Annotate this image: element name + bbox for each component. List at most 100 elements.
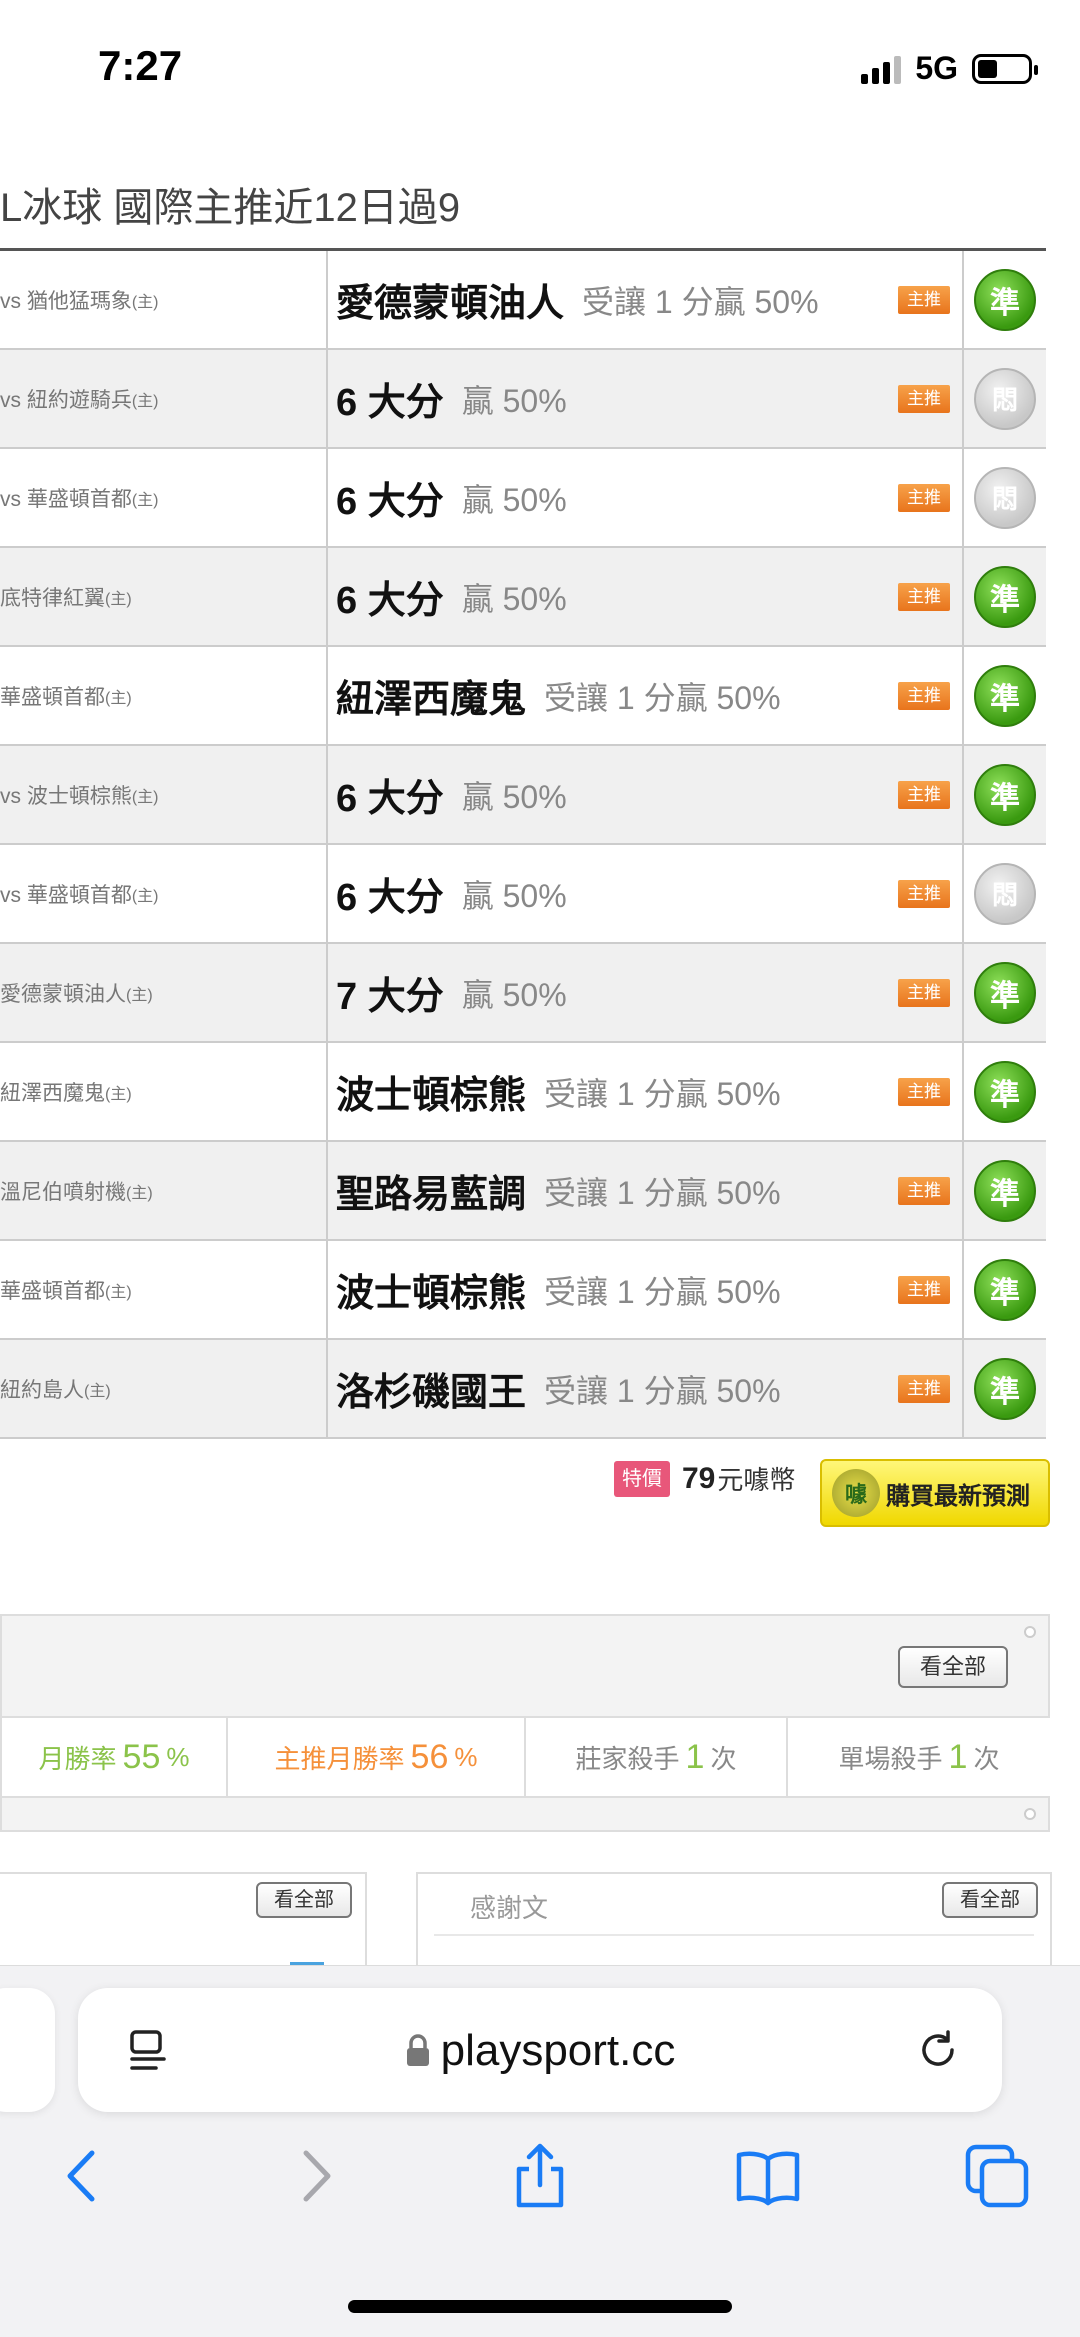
result-badge: 準 bbox=[974, 565, 1036, 628]
stats-see-all-button[interactable]: 看全部 bbox=[898, 1646, 1008, 1688]
stat-suffix: % bbox=[454, 1741, 478, 1772]
match-cell[interactable]: 華盛頓首都 (主) bbox=[0, 1241, 328, 1338]
match-cell[interactable]: 華盛頓首都 (主) bbox=[0, 647, 328, 744]
stat-value: 56 bbox=[410, 1737, 449, 1776]
pick-cell: 6 大分贏 50% 主推 bbox=[328, 548, 964, 645]
match-cell[interactable]: vs 紐約遊騎兵 (主) bbox=[0, 350, 328, 447]
host-marker: (主) bbox=[84, 1382, 111, 1400]
pick-main: 聖路易藍調 bbox=[336, 1174, 527, 1216]
match-text: 愛德蒙頓油人 bbox=[0, 982, 126, 1006]
match-cell[interactable]: 溫尼伯噴射機 (主) bbox=[0, 1142, 328, 1239]
stat-item: 主推月勝率 56% bbox=[228, 1718, 526, 1796]
match-cell[interactable]: 底特律紅翼 (主) bbox=[0, 548, 328, 645]
result-badge: 準 bbox=[974, 1060, 1036, 1123]
stat-value: 1 bbox=[948, 1737, 968, 1776]
tabs-icon[interactable] bbox=[962, 2141, 1032, 2211]
result-badge: 準 bbox=[974, 1357, 1036, 1420]
pick-cell: 6 大分贏 50% 主推 bbox=[328, 746, 964, 843]
match-cell[interactable]: 紐澤西魔鬼 (主) bbox=[0, 1043, 328, 1140]
result-cell: 準 bbox=[964, 647, 1046, 744]
main-pick-tag: 主推 bbox=[898, 880, 950, 908]
main-pick-tag: 主推 bbox=[898, 1375, 950, 1403]
result-badge: 準 bbox=[974, 1159, 1036, 1222]
browser-toolbar: playsport.cc bbox=[0, 1965, 1080, 2337]
coin-icon: 噱 bbox=[832, 1469, 880, 1517]
table-row: 華盛頓首都 (主) 紐澤西魔鬼 受讓 1 分贏 50% 主推準 bbox=[0, 647, 1046, 746]
match-text: vs 波士頓棕熊 bbox=[0, 784, 132, 808]
table-row: 華盛頓首都 (主) 波士頓棕熊 受讓 1 分贏 50% 主推準 bbox=[0, 1241, 1046, 1340]
main-pick-tag: 主推 bbox=[898, 1078, 950, 1106]
host-marker: (主) bbox=[131, 788, 159, 806]
main-pick-tag: 主推 bbox=[898, 484, 950, 512]
host-marker: (主) bbox=[126, 986, 153, 1004]
thanks-see-all-button[interactable]: 看全部 bbox=[942, 1882, 1038, 1918]
table-row: vs 紐約遊騎兵 (主) 6 大分贏 50% 主推悶 bbox=[0, 350, 1046, 449]
buy-prediction-label: 購買最新預測 bbox=[886, 1482, 1030, 1510]
back-icon[interactable] bbox=[48, 2141, 118, 2211]
match-text: 紐約島人 bbox=[0, 1378, 84, 1402]
pick-detail: 贏 50% bbox=[461, 778, 567, 815]
thanks-title: 感謝文 bbox=[470, 1893, 549, 1923]
share-icon[interactable] bbox=[505, 2141, 575, 2211]
url-display[interactable]: playsport.cc bbox=[78, 2026, 1002, 2076]
main-pick-tag: 主推 bbox=[898, 1177, 950, 1205]
pick-detail: 贏 50% bbox=[461, 382, 567, 419]
price-unit: 元噱幣 bbox=[717, 1465, 796, 1495]
result-cell: 準 bbox=[964, 1043, 1046, 1140]
match-cell[interactable]: vs 華盛頓首都 (主) bbox=[0, 845, 328, 942]
result-cell: 悶 bbox=[964, 350, 1046, 447]
host-marker: (主) bbox=[131, 293, 159, 311]
match-cell[interactable]: vs 波士頓棕熊 (主) bbox=[0, 746, 328, 843]
screen: 7:27 5G L冰球 國際主推近12日過9 vs 猶他猛瑪象 (主) 愛德蒙頓油人… bbox=[0, 0, 1080, 2337]
status-time: 7:27 bbox=[98, 42, 183, 89]
price-info: 特價 79 元噱幣 bbox=[614, 1460, 795, 1497]
left-box: 看全部 bbox=[0, 1872, 367, 1972]
pick-main: 6 大分 bbox=[336, 580, 444, 622]
address-bar[interactable]: playsport.cc bbox=[78, 1988, 1002, 2112]
table-row: 紐澤西魔鬼 (主) 波士頓棕熊 受讓 1 分贏 50% 主推準 bbox=[0, 1043, 1046, 1142]
result-cell: 悶 bbox=[964, 449, 1046, 546]
host-marker: (主) bbox=[131, 887, 159, 905]
match-cell[interactable]: vs 華盛頓首都 (主) bbox=[0, 449, 328, 546]
result-badge: 準 bbox=[974, 268, 1036, 331]
stat-item: 單場殺手 1 次 bbox=[788, 1718, 1050, 1796]
match-cell[interactable]: 紐約島人 (主) bbox=[0, 1340, 328, 1437]
stat-item: 月勝率 55% bbox=[2, 1718, 228, 1796]
table-row: 底特律紅翼 (主) 6 大分贏 50% 主推準 bbox=[0, 548, 1046, 647]
stat-suffix: 次 bbox=[710, 1743, 737, 1774]
lock-icon bbox=[406, 2034, 429, 2066]
table-row: vs 波士頓棕熊 (主) 6 大分贏 50% 主推準 bbox=[0, 746, 1046, 845]
pick-detail: 受讓 1 分贏 50% bbox=[544, 1273, 781, 1310]
pick-cell: 波士頓棕熊 受讓 1 分贏 50% 主推 bbox=[328, 1043, 964, 1140]
forward-icon[interactable] bbox=[280, 2141, 350, 2211]
main-pick-tag: 主推 bbox=[898, 781, 950, 809]
result-cell: 準 bbox=[964, 1340, 1046, 1437]
match-cell[interactable]: vs 猶他猛瑪象 (主) bbox=[0, 251, 328, 348]
stat-label: 莊家殺手 bbox=[575, 1743, 680, 1774]
bookmarks-icon[interactable] bbox=[733, 2141, 803, 2211]
pick-main: 6 大分 bbox=[336, 778, 444, 820]
result-badge: 悶 bbox=[974, 862, 1036, 925]
stat-value: 1 bbox=[685, 1737, 705, 1776]
pick-detail: 贏 50% bbox=[461, 580, 567, 617]
main-pick-tag: 主推 bbox=[898, 979, 950, 1007]
buy-prediction-button[interactable]: 噱 購買最新預測 bbox=[820, 1459, 1050, 1527]
left-see-all-button[interactable]: 看全部 bbox=[256, 1882, 352, 1918]
previous-tab[interactable] bbox=[0, 1988, 55, 2112]
reload-icon[interactable] bbox=[914, 2026, 962, 2074]
match-text: 華盛頓首都 bbox=[0, 685, 105, 709]
dot-icon bbox=[1024, 1626, 1036, 1638]
result-badge: 準 bbox=[974, 1258, 1036, 1321]
pick-cell: 6 大分贏 50% 主推 bbox=[328, 845, 964, 942]
match-text: 溫尼伯噴射機 bbox=[0, 1180, 126, 1204]
pick-main: 6 大分 bbox=[336, 382, 444, 424]
predictions-table: vs 猶他猛瑪象 (主) 愛德蒙頓油人 受讓 1 分贏 50% 主推準 vs 紐約遊騎兵(… bbox=[0, 248, 1046, 1439]
pick-detail: 贏 50% bbox=[461, 976, 567, 1013]
result-badge: 準 bbox=[974, 664, 1036, 727]
divider bbox=[434, 1934, 1034, 1936]
match-cell[interactable]: 愛德蒙頓油人 (主) bbox=[0, 944, 328, 1041]
stat-label: 月勝率 bbox=[38, 1743, 117, 1774]
host-marker: (主) bbox=[131, 392, 159, 410]
battery-icon bbox=[972, 53, 1038, 84]
match-text: vs 紐約遊騎兵 bbox=[0, 388, 132, 412]
